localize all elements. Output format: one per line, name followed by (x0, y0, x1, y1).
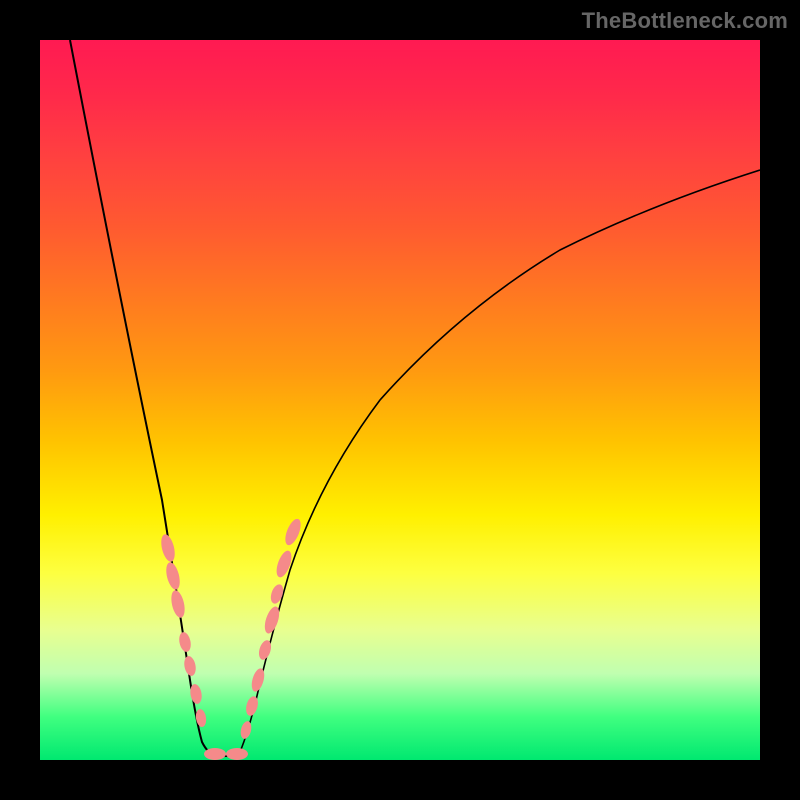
bead-marker (164, 561, 182, 591)
plot-area (40, 40, 760, 760)
bead-marker (169, 589, 187, 619)
curve-right (238, 170, 760, 756)
bead-marker (159, 533, 177, 563)
bead-marker (244, 695, 260, 717)
curve-layer (40, 40, 760, 760)
bead-marker (204, 748, 226, 760)
bead-marker (226, 748, 248, 760)
bead-marker (249, 667, 266, 693)
bead-marker (178, 631, 193, 653)
bead-marker (239, 720, 253, 740)
watermark-text: TheBottleneck.com (582, 8, 788, 34)
curve-left (70, 40, 216, 756)
bead-marker (195, 708, 208, 727)
chart-stage: TheBottleneck.com (0, 0, 800, 800)
bead-marker (183, 655, 198, 677)
